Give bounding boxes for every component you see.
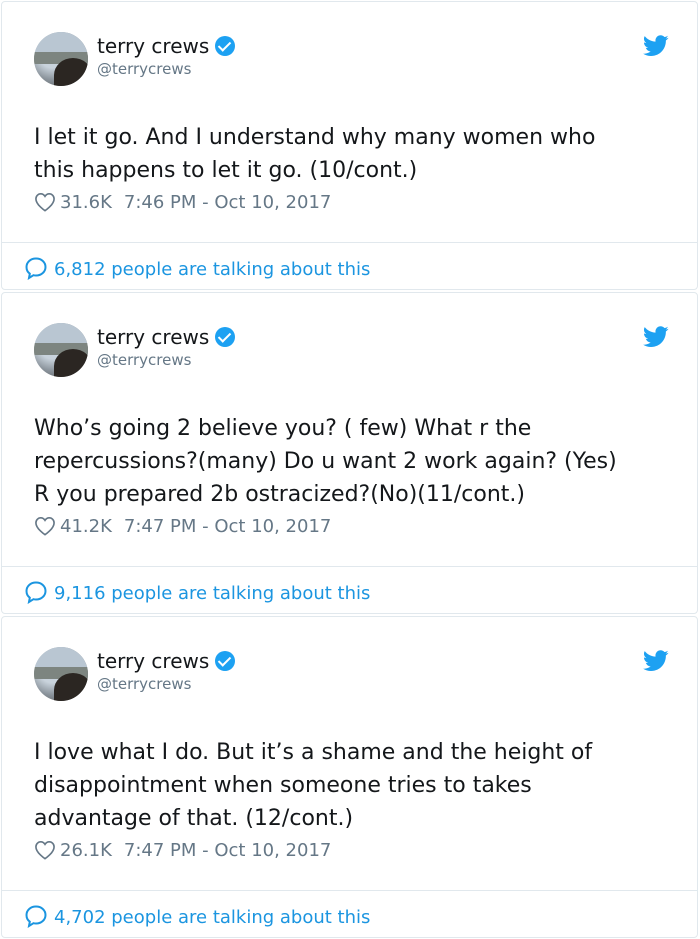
tweet-text-line: disappointment when someone tries to tak… xyxy=(34,773,532,798)
speech-bubble-icon xyxy=(25,581,47,604)
verified-icon xyxy=(215,36,236,56)
twitter-bird-icon[interactable] xyxy=(643,35,669,57)
author-name-row: terry crews xyxy=(97,325,236,349)
tweet-text-line: Who’s going 2 believe you? ( few) What r… xyxy=(34,416,532,441)
tweet-text-line: I let it go. And I understand why many w… xyxy=(34,125,596,150)
avatar[interactable] xyxy=(34,32,88,86)
tweet-text: I love what I do. But it’s a shame and t… xyxy=(34,736,674,835)
talking-text: 6,812 people are talking about this xyxy=(54,259,371,280)
author-name[interactable]: terry crews xyxy=(97,34,209,58)
tweet-text: I let it go. And I understand why many w… xyxy=(34,121,674,187)
talking-text: 9,116 people are talking about this xyxy=(54,583,371,604)
heart-icon[interactable] xyxy=(34,516,56,536)
author-handle[interactable]: @terrycrews xyxy=(97,675,191,693)
divider xyxy=(2,242,697,243)
verified-icon xyxy=(215,327,236,347)
timestamp[interactable]: 7:46 PM - Oct 10, 2017 xyxy=(124,192,331,213)
author-name[interactable]: terry crews xyxy=(97,649,209,673)
author-name-row: terry crews xyxy=(97,34,236,58)
talking-text: 4,702 people are talking about this xyxy=(54,907,371,928)
tweet-meta: 26.1K 7:47 PM - Oct 10, 2017 xyxy=(34,840,331,862)
author-name-row: terry crews xyxy=(97,649,236,673)
author-handle[interactable]: @terrycrews xyxy=(97,60,191,78)
talking-link[interactable]: 4,702 people are talking about this xyxy=(24,904,370,929)
tweet-card: terry crews @terrycrews I let it go. And… xyxy=(1,1,698,290)
divider xyxy=(2,890,697,891)
heart-icon[interactable] xyxy=(34,840,56,860)
timestamp[interactable]: 7:47 PM - Oct 10, 2017 xyxy=(124,516,331,537)
avatar[interactable] xyxy=(34,647,88,701)
speech-bubble-icon xyxy=(25,257,47,280)
tweet-meta: 41.2K 7:47 PM - Oct 10, 2017 xyxy=(34,516,331,538)
tweet-meta: 31.6K 7:46 PM - Oct 10, 2017 xyxy=(34,192,331,214)
tweet-text: Who’s going 2 believe you? ( few) What r… xyxy=(34,412,674,511)
tweet-card: terry crews @terrycrews I love what I do… xyxy=(1,616,698,938)
tweet-text-line: this happens to let it go. (10/cont.) xyxy=(34,158,418,183)
heart-icon[interactable] xyxy=(34,192,56,212)
tweet-text-line: repercussions?(many) Do u want 2 work ag… xyxy=(34,449,617,474)
twitter-bird-icon[interactable] xyxy=(643,326,669,348)
like-count[interactable]: 31.6K xyxy=(60,192,112,213)
tweet-card: terry crews @terrycrews Who’s going 2 be… xyxy=(1,292,698,614)
like-count[interactable]: 41.2K xyxy=(60,516,112,537)
speech-bubble-icon xyxy=(25,905,47,928)
like-count[interactable]: 26.1K xyxy=(60,840,112,861)
tweet-text-line: I love what I do. But it’s a shame and t… xyxy=(34,740,593,765)
verified-icon xyxy=(215,651,236,671)
tweet-text-line: R you prepared 2b ostracized?(No)(11/con… xyxy=(34,482,525,507)
avatar[interactable] xyxy=(34,323,88,377)
timestamp[interactable]: 7:47 PM - Oct 10, 2017 xyxy=(124,840,331,861)
author-handle[interactable]: @terrycrews xyxy=(97,351,191,369)
talking-link[interactable]: 9,116 people are talking about this xyxy=(24,580,370,605)
author-name[interactable]: terry crews xyxy=(97,325,209,349)
talking-link[interactable]: 6,812 people are talking about this xyxy=(24,256,370,281)
twitter-bird-icon[interactable] xyxy=(643,650,669,672)
tweet-text-line: advantage of that. (12/cont.) xyxy=(34,806,354,831)
divider xyxy=(2,566,697,567)
